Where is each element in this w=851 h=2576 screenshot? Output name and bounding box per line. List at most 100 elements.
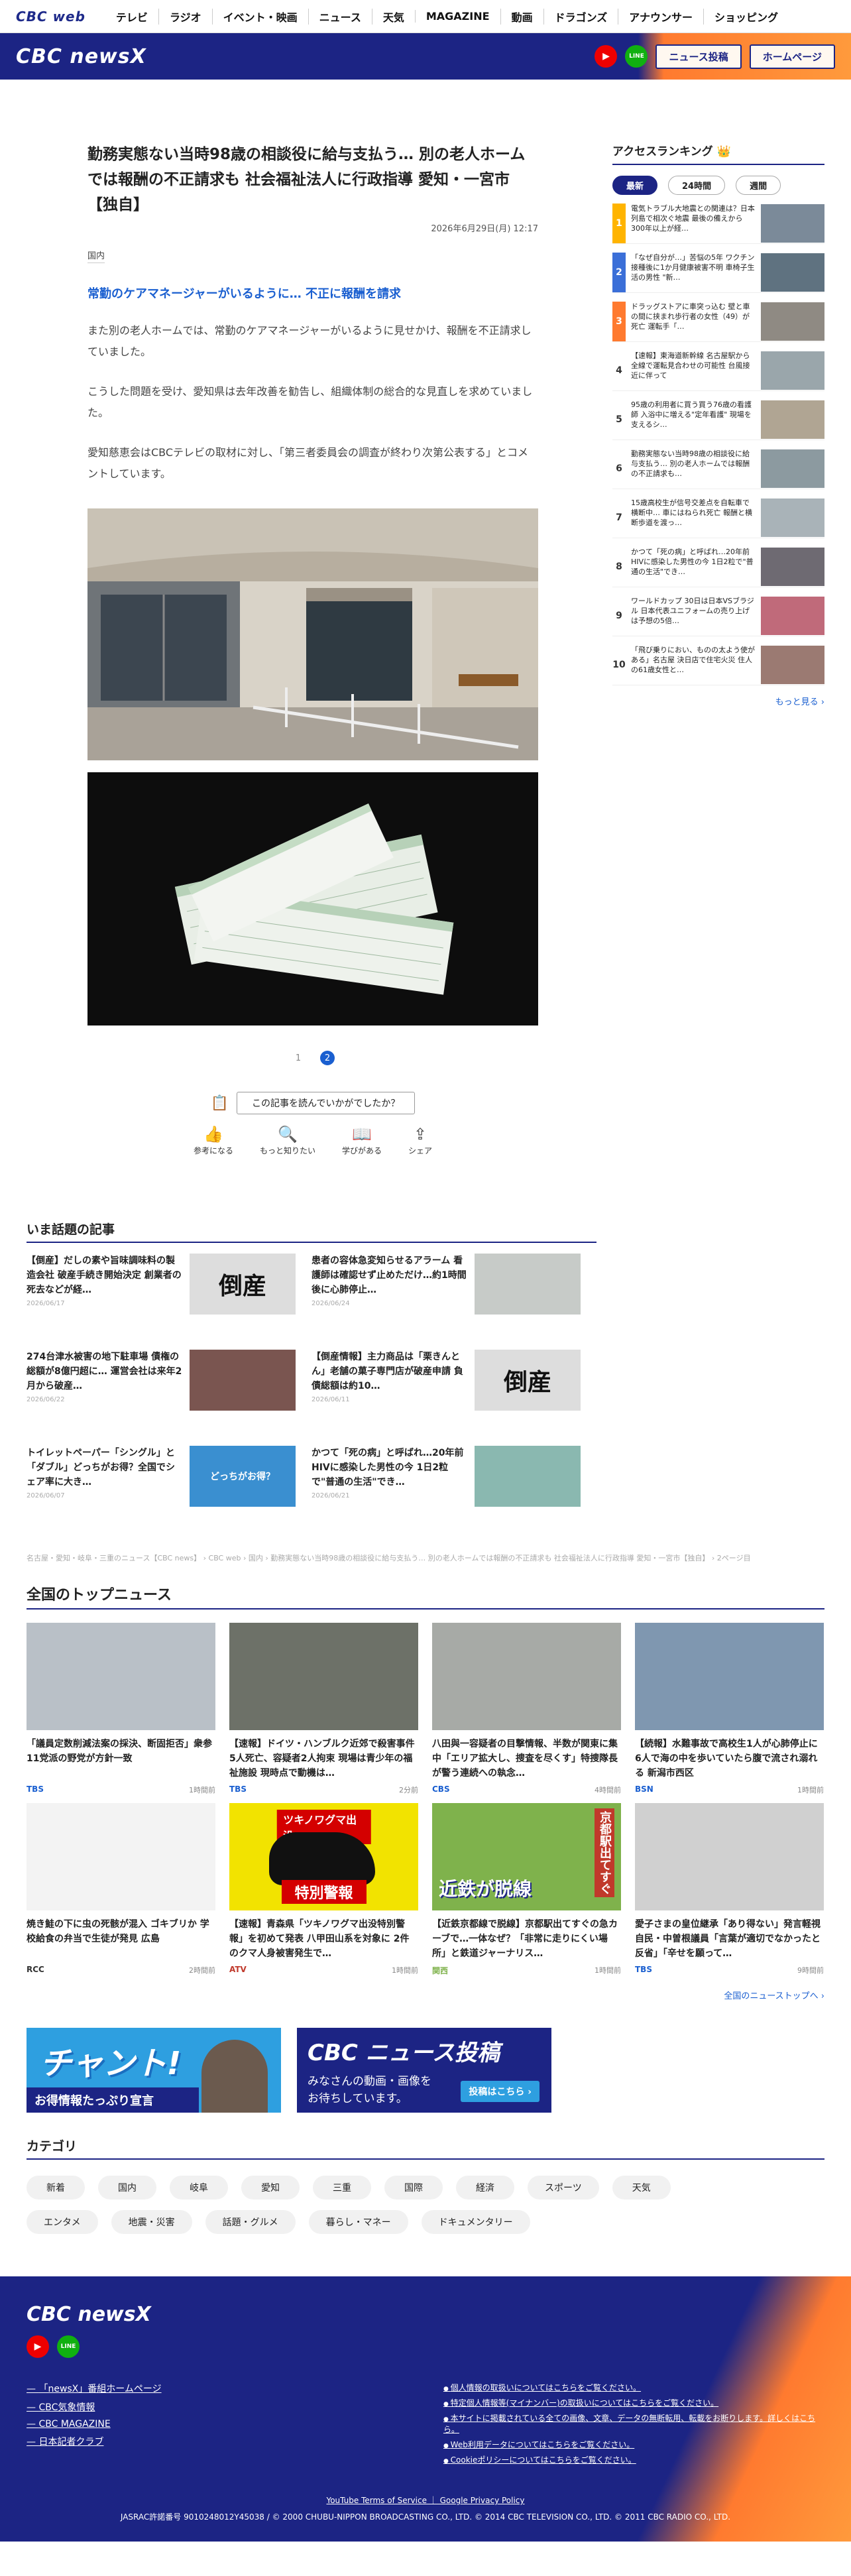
category-chip[interactable]: 天気 [612, 2176, 671, 2199]
tab-24h[interactable]: 24時間 [668, 176, 726, 195]
ranking-item[interactable]: 8 かつて「死の病」と呼ばれ…20年前HIVに感染した男性の今 1日2粒で"普通の… [612, 546, 824, 587]
ranking-item[interactable]: 4 【速報】東海道新幹線 名古屋駅から全線で運転見合わせの可能性 台風接近に伴って [612, 350, 824, 391]
footer-terms-links[interactable]: YouTube Terms of Service ｜ Google Privac… [27, 2494, 824, 2506]
category-chip[interactable]: 地震・災害 [111, 2210, 192, 2234]
nav-item-weather[interactable]: 天気 [371, 8, 415, 25]
ranking-item[interactable]: 5 95歳の利用者に買う買う76歳の看護師 入浴中に増える"定年看護" 現場を支え… [612, 399, 824, 440]
hot-article-item[interactable]: トイレットペーパー「シングル」と「ダブル」どっちがお得？全国でシェア率に大き… 2… [27, 1446, 312, 1542]
top-news-thumbnail [229, 1623, 418, 1730]
ranking-item[interactable]: 10 「飛び乗りにおい、ものの太よう使がある」名古屋 決日店で住宅火災 住人の61… [612, 644, 824, 685]
footer-link[interactable]: 「newsX」番組ホームページ [27, 2382, 443, 2395]
top-news-card[interactable]: 「議員定数削減法案の採決、断固拒否」衆参11党派の野党が方針一致 TBS 1時間前 [27, 1623, 215, 1803]
line-icon[interactable]: LINE [625, 45, 648, 68]
policy-link[interactable]: 個人情報の取扱いについてはこちらをご覧ください。 [443, 2382, 824, 2393]
article: 勤務実態ない当時98歳の相談役に給与支払う… 別の老人ホームでは報酬の不正請求も… [87, 142, 538, 1156]
nav-item-magazine[interactable]: MAGAZINE [414, 10, 500, 23]
rank-thumbnail [761, 302, 824, 341]
footer-link[interactable]: CBC MAGAZINE [27, 2419, 443, 2430]
category-chip[interactable]: 国内 [98, 2176, 156, 2199]
news-post-button[interactable]: ニュース投稿 [655, 44, 742, 69]
youtube-icon[interactable]: ▶ [595, 45, 618, 68]
policy-link[interactable]: 本サイトに掲載されている全ての画像、文章、データの無断転用、転載をお断りします。… [443, 2412, 824, 2435]
hot-article-item[interactable]: 274台津水被害の地下駐車場 債権の総額が8億円超に… 運営会社は来年2月から破… [27, 1350, 312, 1446]
ranking-more-link[interactable]: もっと見る › [612, 695, 824, 707]
footer-link[interactable]: CBC気象情報 [27, 2400, 443, 2414]
category-chip[interactable]: ドキュメンタリー [421, 2210, 530, 2234]
category-chip[interactable]: 経済 [456, 2176, 514, 2199]
hot-article-item[interactable]: 【倒産情報】主力商品は「栗きんとん」老舗の菓子専門店が破産申請 負債総額は約10… [312, 1350, 596, 1446]
share-button[interactable]: ⇪ シェア [408, 1125, 432, 1156]
ranking-item[interactable]: 2 「なぜ自分が…」苦悩の5年 ワクチン接種後に1か月健康被害不明 車椅子生活の男… [612, 252, 824, 293]
rank-thumbnail [761, 596, 824, 635]
reaction-helpful-button[interactable]: 👍 参考になる [194, 1125, 233, 1156]
top-news-card[interactable]: 【続報】水難事故で高校生1人が心肺停止に 6人で海の中を歩いていたら腹で流され溺… [635, 1623, 824, 1803]
tab-latest[interactable]: 最新 [612, 176, 658, 195]
hot-article-title: トイレットペーパー「シングル」と「ダブル」どっちがお得？全国でシェア率に大き… [27, 1448, 175, 1488]
all-news-link[interactable]: 全国のニューストップへ › [27, 1989, 824, 2001]
hot-article-item[interactable]: 【倒産】だしの素や旨味調味料の製造会社 破産手続き開始決定 創業者の死去などが経… [27, 1254, 312, 1350]
hot-article-date: 2026/06/24 [312, 1300, 350, 1307]
footer-logo[interactable]: CBC newsX [27, 2303, 824, 2326]
rank-headline: 「なぜ自分が…」苦悩の5年 ワクチン接種後に1か月健康被害不明 車椅子生活の男性… [631, 253, 755, 282]
nav-item-dragons[interactable]: ドラゴンズ [543, 8, 618, 25]
hot-article-title: かつて「死の病」と呼ばれ…20年前HIVに感染した男性の今 1日2粒で"普通の生… [312, 1448, 464, 1488]
category-chip[interactable]: 国際 [384, 2176, 443, 2199]
category-chip[interactable]: 岐阜 [170, 2176, 228, 2199]
top-news-card[interactable]: 愛子さまの皇位継承「あり得ない」発言軽視 自民・中曽根議員「言葉が適切でなかった… [635, 1803, 824, 1983]
nav-item-announcer[interactable]: アナウンサー [618, 8, 703, 25]
top-news-card[interactable]: 焼き鮭の下に虫の死骸が混入 ゴキブリか 学校給食の弁当で生徒が発見 広島 RCC 2… [27, 1803, 215, 1983]
hot-articles-section: いま話題の記事 【倒産】だしの素や旨味調味料の製造会社 破産手続き開始決定 創業… [0, 1220, 851, 2234]
ranking-item[interactable]: 7 15歳高校生が信号交差点を自転車で横断中… 車にはねられ死亡 報酬と横断歩道を… [612, 497, 824, 538]
chant-banner[interactable]: チャント! お得情報たっぷり宣言 [27, 2028, 281, 2113]
ranking-item[interactable]: 1 電気トラブル大地震との関連は？日本列島で相次ぐ地震 最後の備えから300年以上… [612, 203, 824, 244]
breadcrumb[interactable]: 名古屋・愛知・岐阜・三重のニュース【CBC news】 › CBC web › … [27, 1552, 824, 1563]
news-source-logo: TBS [27, 1785, 44, 1794]
top-news-card[interactable]: ツキノワグマ出没特別警報【速報】青森県「ツキノワグマ出没特別警報」を初めて発表 … [229, 1803, 418, 1983]
rank-headline: 「飛び乗りにおい、ものの太よう使がある」名古屋 決日店で住宅火災 住人の61歳女… [631, 645, 755, 674]
policy-link[interactable]: Web利用データについてはこちらをご覧ください。 [443, 2439, 824, 2450]
page-1-link[interactable]: 1 [291, 1051, 306, 1065]
nav-item-event[interactable]: イベント・映画 [211, 8, 308, 25]
policy-link[interactable]: 特定個人情報等(マイナンバー)の取扱いについてはこちらをご覧ください。 [443, 2397, 824, 2408]
category-chip[interactable]: 暮らし・マネー [308, 2210, 408, 2234]
news-time: 2分前 [399, 1786, 418, 1794]
ranking-item[interactable]: 9 ワールドカップ 30日は日本VSブラジル 日本代表ユニフォームの売り上げは予想… [612, 595, 824, 636]
homepage-button[interactable]: ホームページ [749, 44, 835, 69]
footer-youtube-icon[interactable]: ▶ [27, 2335, 49, 2358]
top-news-thumbnail [27, 1623, 215, 1730]
rank-thumbnail [761, 400, 824, 439]
nav-item-radio[interactable]: ラジオ [158, 8, 212, 25]
reaction-label: 学びがある [342, 1146, 382, 1155]
reaction-know-more-button[interactable]: 🔍 もっと知りたい [260, 1125, 315, 1156]
reaction-label: 参考になる [193, 1146, 233, 1155]
cbc-web-logo[interactable]: CBC web [16, 9, 85, 25]
top-news-card[interactable]: 八田與一容疑者の目撃情報、半数が関東に集中「エリア拡大し、捜査を尽くす」特捜隊長… [432, 1623, 621, 1803]
category-chip[interactable]: 新着 [27, 2176, 85, 2199]
ranking-item[interactable]: 6 勤務実態ない当時98歳の相談役に給与支払う… 別の老人ホームでは報酬の不正請求… [612, 448, 824, 489]
hot-article-item[interactable]: 患者の容体急変知らせるアラーム 看護師は確認せず止めただけ…約1時間後に心肺停止… [312, 1254, 596, 1350]
footer-line-icon[interactable]: LINE [57, 2335, 80, 2358]
footer-link[interactable]: 日本記者クラブ [27, 2435, 443, 2448]
hot-article-item[interactable]: かつて「死の病」と呼ばれ…20年前HIVに感染した男性の今 1日2粒で"普通の生… [312, 1446, 596, 1542]
nav-item-news[interactable]: ニュース [308, 8, 372, 25]
category-chip[interactable]: スポーツ [528, 2176, 599, 2199]
rank-number: 3 [612, 301, 626, 341]
news-post-banner[interactable]: CBC ニュース投稿 みなさんの動画・画像を お待ちしています。 投稿はこちら … [297, 2028, 551, 2113]
newsx-logo[interactable]: CBC newsX [16, 45, 146, 68]
category-chip[interactable]: 愛知 [241, 2176, 300, 2199]
category-chip[interactable]: 三重 [313, 2176, 371, 2199]
nav-item-tv[interactable]: テレビ [105, 9, 158, 25]
category-chip[interactable]: 話題・グルメ [205, 2210, 296, 2234]
policy-link[interactable]: Cookieポリシーについてはこちらをご覧ください。 [443, 2454, 824, 2465]
top-news-thumbnail [432, 1623, 621, 1730]
page-2-current[interactable]: 2 [320, 1051, 335, 1065]
ranking-item[interactable]: 3 ドラッグストアに車突っ込む 壁と車の間に挟まれ歩行者の女性（49）が死亡 運転… [612, 301, 824, 342]
top-news-card[interactable]: 近鉄が脱線 京都駅出てすぐ 【近鉄京都線で脱線】京都駅出てすぐの急カーブで…一体なぜ… [432, 1803, 621, 1983]
tab-weekly[interactable]: 週間 [736, 176, 781, 195]
article-category[interactable]: 国内 [87, 249, 105, 263]
reaction-learning-button[interactable]: 📖 学びがある [342, 1125, 382, 1156]
nav-item-video[interactable]: 動画 [500, 8, 543, 25]
top-news-card[interactable]: 【速報】ドイツ・ハンブルク近郊で殺害事件 5人死亡、容疑者2人拘束 現場は青少年… [229, 1623, 418, 1803]
category-chip[interactable]: エンタメ [27, 2210, 98, 2234]
nav-item-shopping[interactable]: ショッピング [703, 8, 789, 25]
